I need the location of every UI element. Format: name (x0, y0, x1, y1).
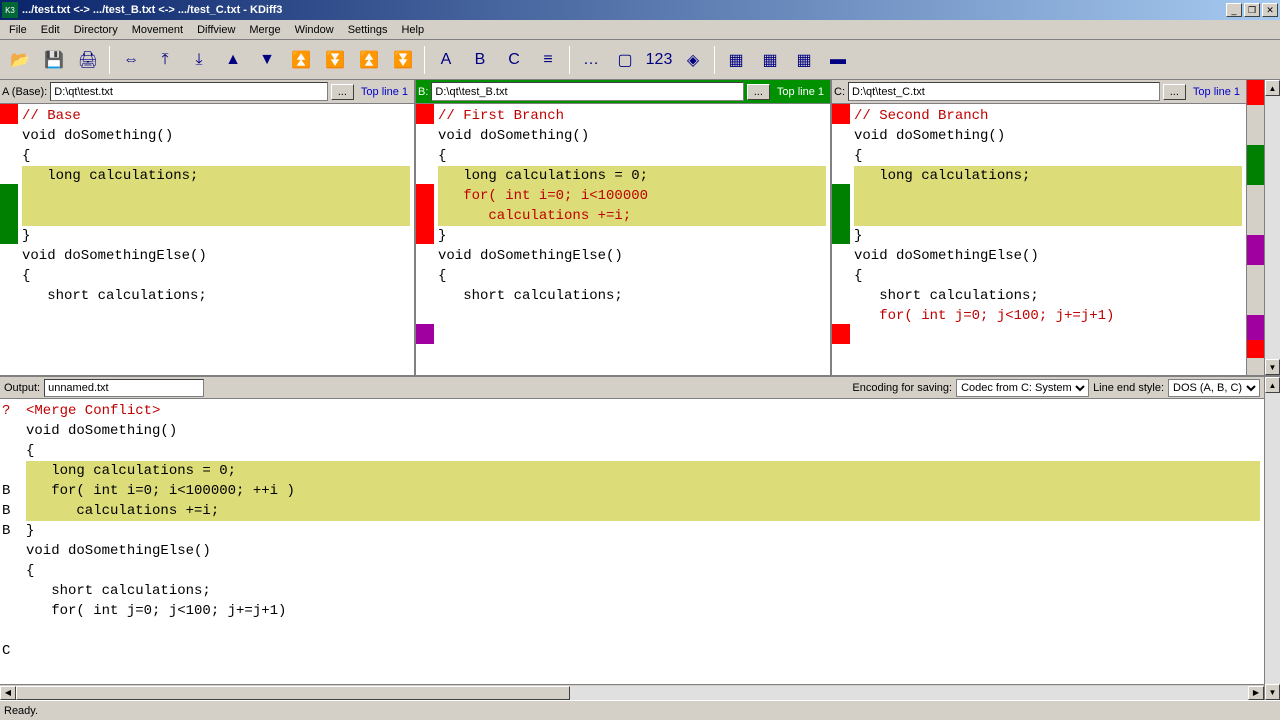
prev-conflict-icon[interactable]: ⏫ (285, 44, 317, 76)
code-text[interactable]: // First Branchvoid doSomething(){ long … (434, 104, 830, 375)
pane-path-input[interactable] (431, 82, 743, 101)
browse-button[interactable]: ... (747, 84, 770, 100)
output-gutter: ?BBBC (0, 399, 22, 684)
code-text[interactable]: // Second Branchvoid doSomething(){ long… (850, 104, 1246, 375)
go-top-icon[interactable]: ⤒ (149, 44, 181, 76)
pane-header-a: A (Base):...Top line 1 (0, 80, 414, 104)
pane-header-b: B:...Top line 1 (416, 80, 830, 104)
scroll-down-icon[interactable]: ▼ (1265, 359, 1280, 375)
diff-pane-a: A (Base):...Top line 1// Basevoid doSome… (0, 80, 416, 375)
status-text: Ready. (4, 705, 38, 717)
diff-area: A (Base):...Top line 1// Basevoid doSome… (0, 80, 1246, 375)
hscroll-thumb[interactable] (16, 686, 570, 700)
prev-diff-icon[interactable]: ▲ (217, 44, 249, 76)
app-icon: K3 (2, 2, 18, 18)
diff-pane-c: C:...Top line 1// Second Branchvoid doSo… (832, 80, 1246, 375)
code-area[interactable]: // Second Branchvoid doSomething(){ long… (832, 104, 1246, 375)
print-icon[interactable]: 🖨 (72, 44, 104, 76)
lineend-select[interactable]: DOS (A, B, C) (1168, 379, 1260, 397)
statusbar: Ready. (0, 700, 1280, 720)
scroll-right-icon[interactable]: ▶ (1248, 686, 1264, 700)
titlebar: K3 .../test.txt <-> .../test_B.txt <-> .… (0, 0, 1280, 20)
diff-pane-b: B:...Top line 1// First Branchvoid doSom… (416, 80, 832, 375)
scroll-up-icon[interactable]: ▲ (1265, 80, 1280, 96)
topline-label: Top line 1 (773, 86, 828, 98)
whitespace-icon[interactable]: ◈ (677, 44, 709, 76)
pane-label: A (Base): (2, 86, 47, 98)
menu-merge[interactable]: Merge (242, 22, 287, 38)
pane-path-input[interactable] (50, 82, 327, 101)
menu-diffview[interactable]: Diffview (190, 22, 242, 38)
prev-unsolved-icon[interactable]: ⏫ (353, 44, 385, 76)
line-numbers-icon[interactable]: 123 (643, 44, 675, 76)
encoding-select[interactable]: Codec from C: System (956, 379, 1089, 397)
view1-icon[interactable]: ▦ (720, 44, 752, 76)
lineend-label: Line end style: (1093, 382, 1164, 394)
scroll-down-icon[interactable]: ▼ (1265, 684, 1280, 700)
toolbar-separator (109, 46, 110, 74)
choose-a-icon[interactable]: A (430, 44, 462, 76)
encoding-label: Encoding for saving: (852, 382, 952, 394)
menubar: FileEditDirectoryMovementDiffviewMergeWi… (0, 20, 1280, 40)
split-icon[interactable]: … (575, 44, 607, 76)
window-title: .../test.txt <-> .../test_B.txt <-> .../… (22, 4, 1226, 16)
view2-icon[interactable]: ▦ (754, 44, 786, 76)
output-text[interactable]: <Merge Conflict>void doSomething(){ long… (22, 399, 1264, 684)
browse-button[interactable]: ... (331, 84, 354, 100)
choose-c-icon[interactable]: C (498, 44, 530, 76)
toolbar-separator (424, 46, 425, 74)
choose-b-icon[interactable]: B (464, 44, 496, 76)
code-area[interactable]: // Basevoid doSomething(){ long calculat… (0, 104, 414, 375)
output-filename-input[interactable] (44, 379, 204, 397)
auto-merge-icon[interactable]: ≡ (532, 44, 564, 76)
output-header: Output: Encoding for saving: Codec from … (0, 377, 1264, 399)
topline-label: Top line 1 (357, 86, 412, 98)
next-unsolved-icon[interactable]: ⏬ (387, 44, 419, 76)
close-button[interactable]: ✕ (1262, 3, 1278, 17)
pane-path-input[interactable] (848, 82, 1160, 101)
menu-file[interactable]: File (2, 22, 34, 38)
code-area[interactable]: // First Branchvoid doSomething(){ long … (416, 104, 830, 375)
join-icon[interactable]: ▢ (609, 44, 641, 76)
scroll-up-icon[interactable]: ▲ (1265, 377, 1280, 393)
diff-gutter (416, 104, 434, 375)
output-area: Output: Encoding for saving: Codec from … (0, 375, 1280, 700)
menu-edit[interactable]: Edit (34, 22, 67, 38)
output-hscroll[interactable]: ◀ ▶ (0, 684, 1264, 700)
open-icon[interactable]: 📂 (4, 44, 36, 76)
go-bottom-icon[interactable]: ⤓ (183, 44, 215, 76)
diff-gutter (0, 104, 18, 375)
view3-icon[interactable]: ▦ (788, 44, 820, 76)
next-diff-icon[interactable]: ▼ (251, 44, 283, 76)
code-text[interactable]: // Basevoid doSomething(){ long calculat… (18, 104, 414, 375)
scroll-left-icon[interactable]: ◀ (0, 686, 16, 700)
output-label: Output: (4, 382, 40, 394)
pane-header-c: C:...Top line 1 (832, 80, 1246, 104)
output-vscroll[interactable]: ▲ ▼ (1264, 377, 1280, 700)
browse-button[interactable]: ... (1163, 84, 1186, 100)
diff-gutter (832, 104, 850, 375)
menu-directory[interactable]: Directory (67, 22, 125, 38)
maximize-button[interactable]: ❐ (1244, 3, 1260, 17)
menu-help[interactable]: Help (394, 22, 431, 38)
menu-settings[interactable]: Settings (341, 22, 395, 38)
toolbar-separator (714, 46, 715, 74)
go-current-icon[interactable]: ⇔ (115, 44, 147, 76)
pane-label: C: (834, 86, 845, 98)
toolbar: 📂💾🖨⇔⤒⤓▲▼⏫⏬⏫⏬ABC≡…▢123◈▦▦▦▬ (0, 40, 1280, 80)
menu-movement[interactable]: Movement (125, 22, 190, 38)
diff-vscroll[interactable]: ▲ ▼ (1264, 80, 1280, 375)
toolbar-separator (569, 46, 570, 74)
save-icon[interactable]: 💾 (38, 44, 70, 76)
next-conflict-icon[interactable]: ⏬ (319, 44, 351, 76)
view4-icon[interactable]: ▬ (822, 44, 854, 76)
output-body: ?BBBC <Merge Conflict>void doSomething()… (0, 399, 1264, 684)
minimize-button[interactable]: _ (1226, 3, 1242, 17)
menu-window[interactable]: Window (288, 22, 341, 38)
topline-label: Top line 1 (1189, 86, 1244, 98)
pane-label: B: (418, 86, 428, 98)
overview-strip[interactable] (1246, 80, 1264, 375)
